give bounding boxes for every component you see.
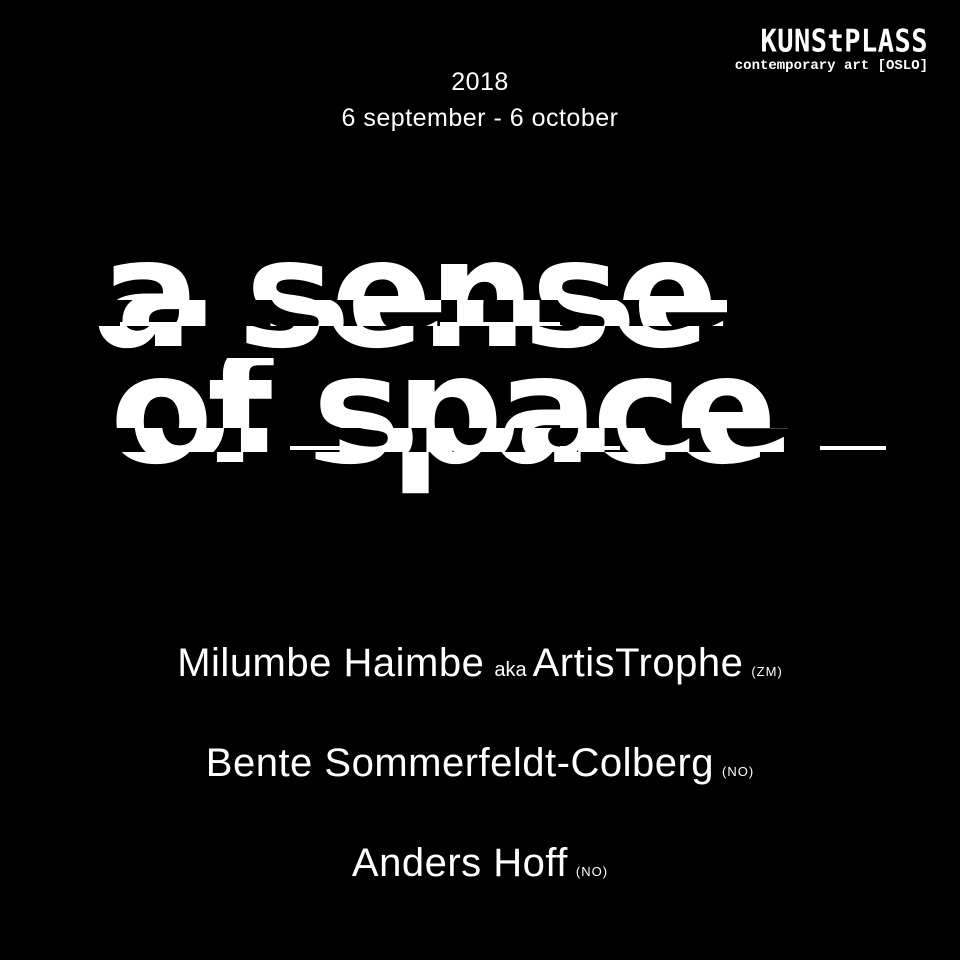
title-dash-4 bbox=[560, 446, 620, 450]
title-dash-2 bbox=[440, 322, 560, 326]
artist-list: Milumbe Haimbe aka ArtisTrophe (ZM) Bente S… bbox=[0, 632, 960, 932]
artist-name: Milumbe Haimbe bbox=[177, 641, 485, 685]
title-dash-5 bbox=[820, 446, 886, 450]
artist-name: Anders Hoff bbox=[351, 841, 568, 885]
exhibition-title: a sense of space a sense a sense bbox=[0, 248, 960, 568]
logo-name: KUNStPLASS bbox=[760, 23, 928, 60]
artist-country: (NO) bbox=[575, 864, 609, 879]
artist-name: Bente Sommerfeldt-Colberg bbox=[205, 741, 715, 785]
event-date-range: 6 september - 6 october bbox=[341, 104, 619, 132]
artist-aka: aka bbox=[494, 659, 527, 681]
title-dash-1 bbox=[120, 322, 180, 326]
fragmented-title-graphic: a sense a sense a sense of space of spac… bbox=[92, 248, 886, 498]
artist-country: (ZM) bbox=[751, 664, 783, 679]
event-dates: 2018 6 september - 6 october bbox=[0, 64, 960, 136]
artist-row: Bente Sommerfeldt-Colberg (NO) bbox=[0, 732, 960, 832]
artist-row: Anders Hoff (NO) bbox=[0, 832, 960, 932]
artist-alias: ArtisTrophe bbox=[532, 641, 744, 685]
title-dash-3 bbox=[290, 446, 340, 450]
event-year: 2018 bbox=[451, 68, 509, 96]
exhibition-poster: KUNStPLASS contemporary art [OSLO] 2018 … bbox=[0, 0, 960, 960]
artist-country: (NO) bbox=[722, 764, 755, 779]
artist-row: Milumbe Haimbe aka ArtisTrophe (ZM) bbox=[0, 632, 960, 732]
